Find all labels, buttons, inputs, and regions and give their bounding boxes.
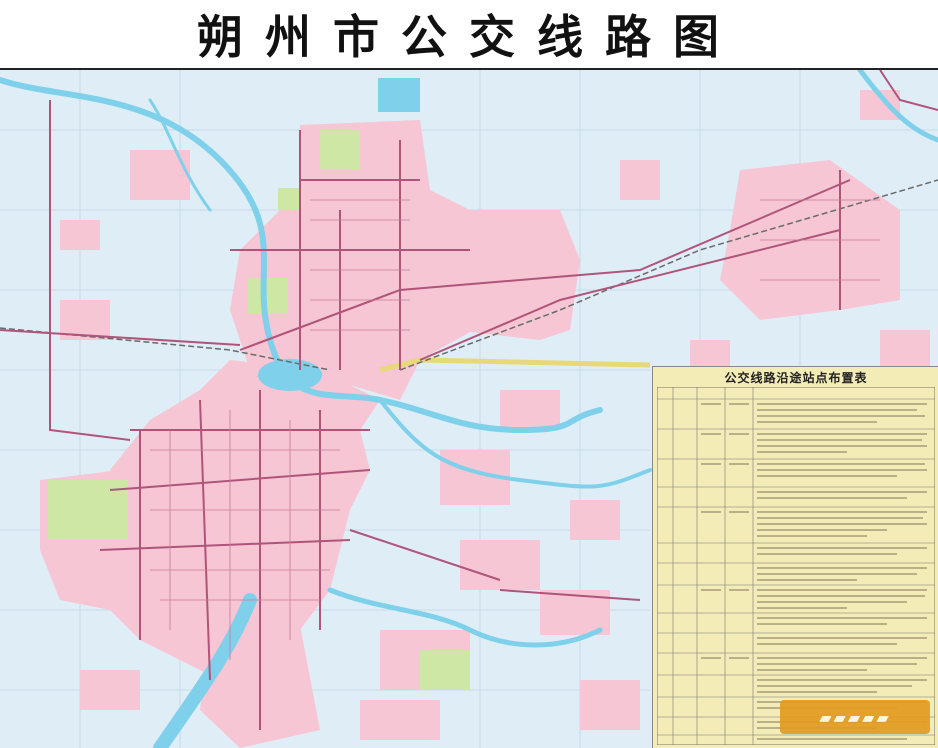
title-bar: 朔州市公交线路图 <box>0 0 938 70</box>
bus-stop-table: 公交线路沿途站点布置表 <box>652 366 938 748</box>
reservoir <box>378 78 420 112</box>
bus-stop-table-grid <box>657 387 935 745</box>
lake <box>258 359 322 391</box>
watermark-badge: ▰▰▰▰▰ <box>780 700 930 734</box>
table-fine-print <box>701 403 927 740</box>
map-page: 朔州市公交线路图 公交线路沿途站点布置表 ▰▰▰▰▰ <box>0 0 938 748</box>
table-columns <box>672 387 754 745</box>
watermark-logo: ▰▰▰▰▰ <box>819 707 891 727</box>
page-title: 朔州市公交线路图 <box>197 10 741 64</box>
bus-stop-table-title: 公交线路沿途站点布置表 <box>724 371 868 385</box>
